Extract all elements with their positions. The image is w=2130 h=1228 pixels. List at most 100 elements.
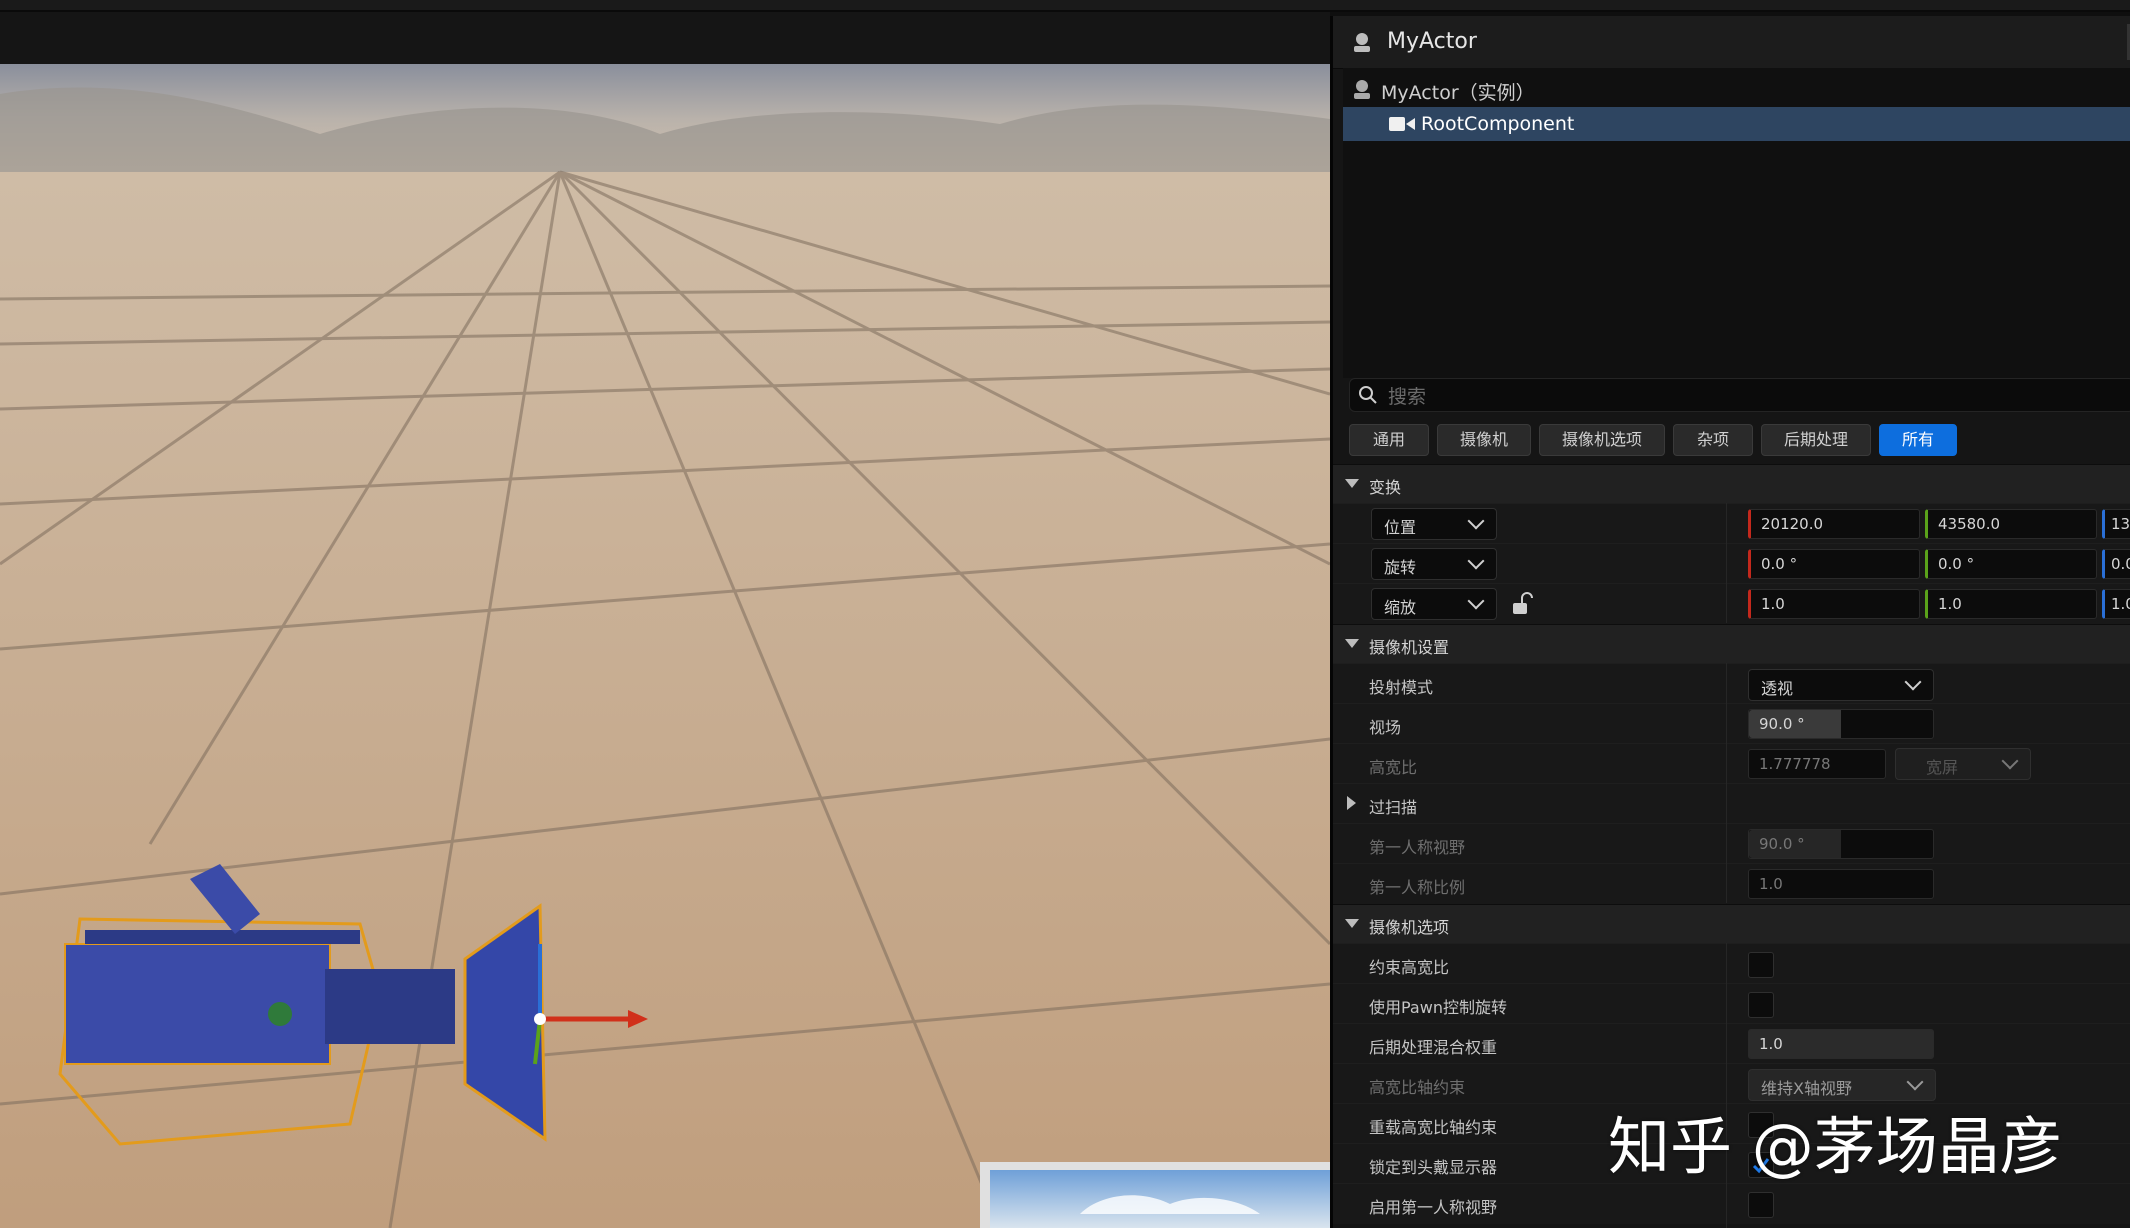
fov-slider[interactable]: 90.0 ° — [1748, 709, 1934, 739]
editor-top-bar — [0, 0, 2130, 12]
tree-root-component-label: RootComponent — [1421, 113, 1575, 135]
floor-plane — [0, 172, 1330, 1228]
scale-label: 缩放 — [1384, 598, 1417, 617]
collapse-arrow-icon — [1345, 479, 1359, 488]
chevron-down-icon — [1467, 552, 1485, 570]
viewport-toolbar — [0, 12, 1330, 64]
scale-mode-dropdown[interactable]: 缩放 — [1371, 588, 1497, 620]
chevron-down-icon — [1467, 592, 1485, 610]
scale-z-value: 1.0 — [2111, 595, 2130, 613]
overscan-label: 过扫描 — [1369, 798, 1418, 817]
filter-tab-post-process[interactable]: 后期处理 — [1761, 424, 1871, 456]
section-camera-options[interactable]: 摄像机选项 — [1333, 904, 2130, 943]
filter-tab-misc[interactable]: 杂项 — [1673, 424, 1753, 456]
row-rotation: 旋转 0.0 ° 0.0 ° 0.0 — [1333, 543, 2130, 584]
fov-label: 视场 — [1369, 718, 1402, 737]
first-person-fov-value: 90.0 ° — [1759, 835, 1805, 853]
first-person-scale-label: 第一人称比例 — [1369, 878, 1466, 897]
first-person-scale-field[interactable]: 1.0 — [1748, 869, 1934, 899]
first-person-fov-slider[interactable]: 90.0 ° — [1748, 829, 1934, 859]
search-icon — [1359, 386, 1377, 404]
expand-arrow-icon — [1347, 796, 1356, 810]
use-pawn-rotation-label: 使用Pawn控制旋转 — [1369, 998, 1507, 1017]
row-fov: 视场 90.0 ° — [1333, 703, 2130, 744]
location-z-field[interactable]: 13 — [2102, 509, 2130, 539]
row-location: 位置 20120.0 43580.0 13 — [1333, 503, 2130, 544]
row-aspect-ratio: 高宽比 1.777778 宽屏 — [1333, 743, 2130, 784]
scale-x-value: 1.0 — [1761, 595, 1785, 613]
filter-tab-general[interactable]: 通用 — [1349, 424, 1429, 456]
use-pawn-rotation-checkbox[interactable] — [1748, 992, 1774, 1018]
tree-row-actor[interactable]: MyActor（实例） — [1343, 72, 2130, 106]
location-x-field[interactable]: 20120.0 — [1748, 509, 1920, 539]
filter-tab-camera[interactable]: 摄像机 — [1437, 424, 1531, 456]
scale-x-field[interactable]: 1.0 — [1748, 589, 1920, 619]
post-process-weight-label: 后期处理混合权重 — [1369, 1038, 1498, 1057]
row-post-process-weight: 后期处理混合权重 1.0 — [1333, 1023, 2130, 1064]
rotation-label: 旋转 — [1384, 558, 1417, 577]
filter-tab-camera-options[interactable]: 摄像机选项 — [1539, 424, 1665, 456]
rotation-y-value: 0.0 ° — [1938, 555, 1975, 573]
constrain-aspect-checkbox[interactable] — [1748, 952, 1774, 978]
camera-component-icon — [1389, 117, 1415, 131]
column-divider — [1726, 663, 1727, 903]
location-label: 位置 — [1384, 518, 1417, 537]
section-camera-settings[interactable]: 摄像机设置 — [1333, 624, 2130, 663]
rotation-x-field[interactable]: 0.0 ° — [1748, 549, 1920, 579]
row-constrain-aspect: 约束高宽比 — [1333, 943, 2130, 984]
row-enable-first-person-fov: 启用第一人称视野 — [1333, 1183, 2130, 1224]
rotation-z-field[interactable]: 0.0 — [2102, 549, 2130, 579]
location-z-value: 13 — [2111, 515, 2130, 533]
location-mode-dropdown[interactable]: 位置 — [1371, 508, 1497, 540]
tree-actor-label: MyActor（实例） — [1381, 82, 1535, 104]
unlock-icon[interactable] — [1511, 592, 1533, 616]
row-first-person-scale: 第一人称比例 1.0 — [1333, 863, 2130, 904]
first-person-fov-label: 第一人称视野 — [1369, 838, 1466, 857]
first-person-scale-value: 1.0 — [1759, 875, 1783, 893]
rotation-y-field[interactable]: 0.0 ° — [1925, 549, 2097, 579]
collapse-arrow-icon — [1345, 919, 1359, 928]
row-first-person-fov: 第一人称视野 90.0 ° — [1333, 823, 2130, 864]
fov-value: 90.0 ° — [1759, 715, 1805, 733]
search-placeholder: 搜索 — [1388, 386, 1427, 408]
row-use-pawn-rotation: 使用Pawn控制旋转 — [1333, 983, 2130, 1024]
section-camera-settings-label: 摄像机设置 — [1369, 638, 1450, 657]
aspect-ratio-value: 1.777778 — [1759, 755, 1831, 773]
post-process-weight-value: 1.0 — [1759, 1035, 1783, 1053]
rotation-z-value: 0.0 — [2111, 555, 2130, 573]
row-scale: 缩放 1.0 1.0 1.0 — [1333, 583, 2130, 624]
location-x-value: 20120.0 — [1761, 515, 1824, 533]
projection-mode-dropdown[interactable]: 透视 — [1748, 669, 1934, 701]
rotation-mode-dropdown[interactable]: 旋转 — [1371, 548, 1497, 580]
enable-first-person-fov-checkbox[interactable] — [1748, 1192, 1774, 1218]
scale-z-field[interactable]: 1.0 — [2102, 589, 2130, 619]
level-viewport[interactable] — [0, 64, 1330, 1228]
row-projection-mode: 投射模式 透视 — [1333, 663, 2130, 704]
section-camera-options-label: 摄像机选项 — [1369, 918, 1450, 937]
column-divider — [1726, 503, 1727, 623]
details-title: MyActor — [1387, 29, 1477, 54]
details-panel: MyActor MyActor（实例） RootComponent 搜索 通用 … — [1330, 16, 2130, 1228]
section-transform[interactable]: 变换 — [1333, 464, 2130, 503]
actor-icon — [1354, 33, 1370, 52]
camera-preview-inset — [980, 1162, 1330, 1228]
aspect-ratio-field[interactable]: 1.777778 — [1748, 749, 1886, 779]
filter-tab-all[interactable]: 所有 — [1879, 424, 1957, 456]
row-overscan[interactable]: 过扫描 — [1333, 783, 2130, 824]
section-transform-label: 变换 — [1369, 478, 1402, 497]
aspect-ratio-preset-dropdown[interactable]: 宽屏 — [1895, 748, 2031, 780]
rotation-x-value: 0.0 ° — [1761, 555, 1798, 573]
enable-first-person-fov-label: 启用第一人称视野 — [1369, 1198, 1498, 1217]
post-process-weight-field[interactable]: 1.0 — [1748, 1029, 1934, 1059]
chevron-down-icon — [1904, 673, 1922, 691]
chevron-down-icon — [2001, 752, 2019, 770]
projection-mode-label: 投射模式 — [1369, 678, 1434, 697]
projection-mode-value: 透视 — [1761, 679, 1794, 698]
aspect-ratio-label: 高宽比 — [1369, 758, 1418, 777]
tree-row-root-component[interactable]: RootComponent — [1343, 107, 2130, 141]
actor-icon — [1354, 80, 1370, 99]
details-search-input[interactable]: 搜索 — [1349, 378, 2130, 412]
scale-y-field[interactable]: 1.0 — [1925, 589, 2097, 619]
location-y-field[interactable]: 43580.0 — [1925, 509, 2097, 539]
details-header: MyActor — [1333, 16, 2130, 69]
